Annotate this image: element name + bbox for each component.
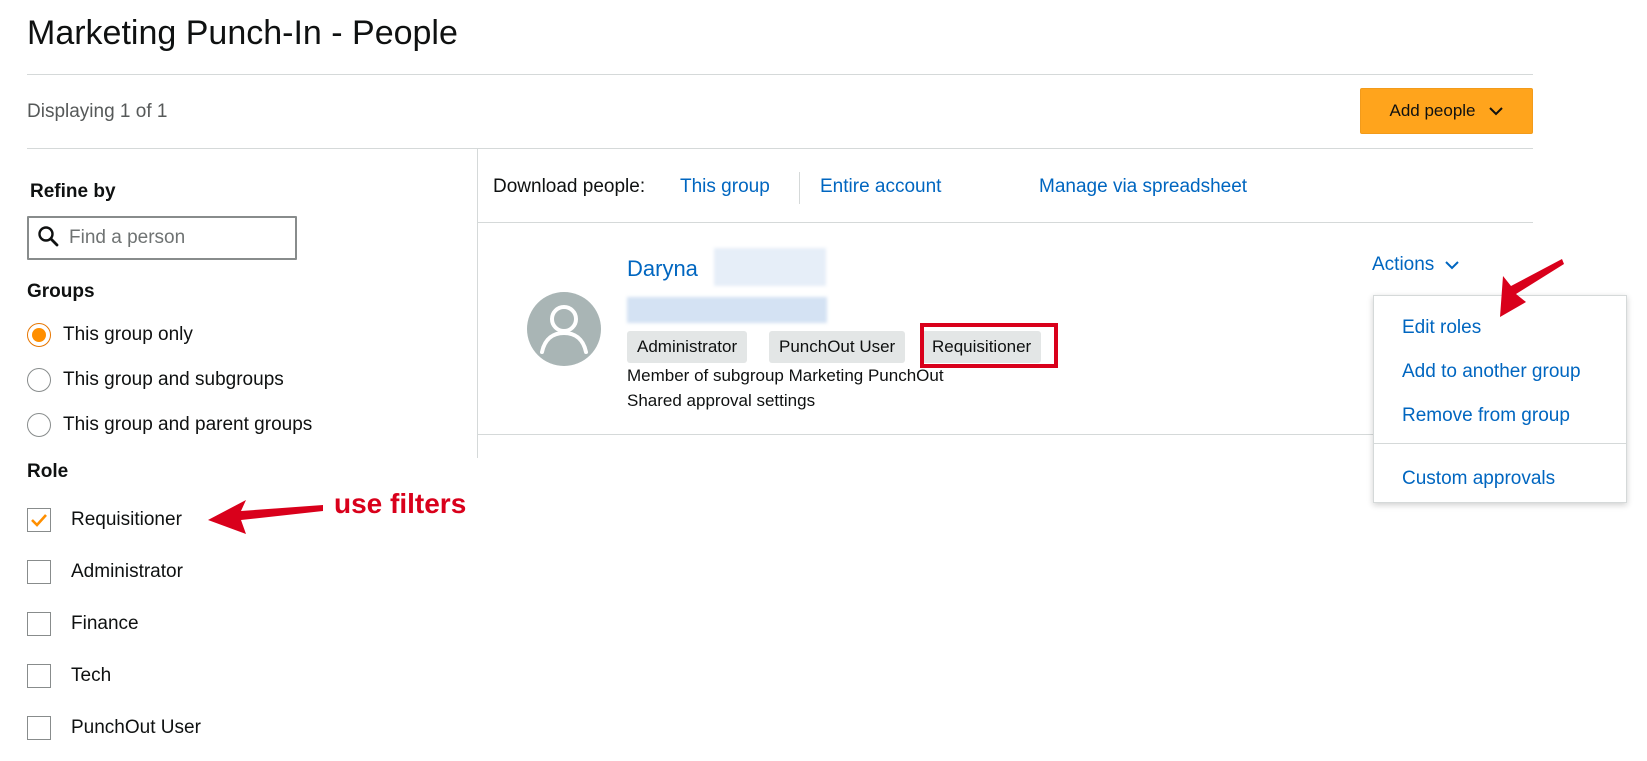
annotation-arrow-edit-roles <box>1500 259 1564 317</box>
